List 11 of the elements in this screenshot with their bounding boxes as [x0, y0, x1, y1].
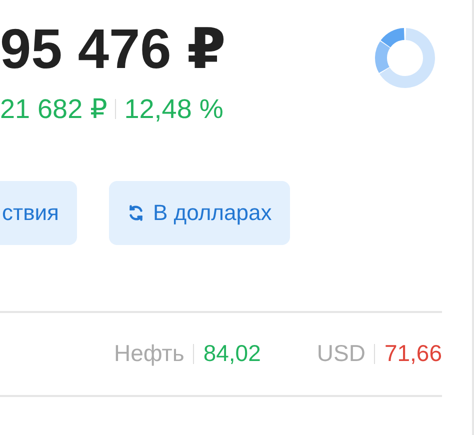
ticker-name: USD	[316, 340, 366, 368]
ticker-value: 71,66	[384, 340, 442, 368]
portfolio-total: 95 476 ₽	[0, 18, 226, 80]
ticker-name: Нефть	[114, 340, 184, 368]
change-amount: 21 682 ₽	[0, 94, 108, 125]
refresh-icon	[126, 204, 145, 222]
actions-button[interactable]: ствия	[0, 180, 77, 245]
change-percent: 12,48 %	[124, 94, 224, 125]
currency-toggle-button[interactable]: В долларах	[108, 180, 290, 245]
donut-chart-icon	[374, 26, 436, 90]
ticker-value: 84,02	[203, 340, 261, 368]
